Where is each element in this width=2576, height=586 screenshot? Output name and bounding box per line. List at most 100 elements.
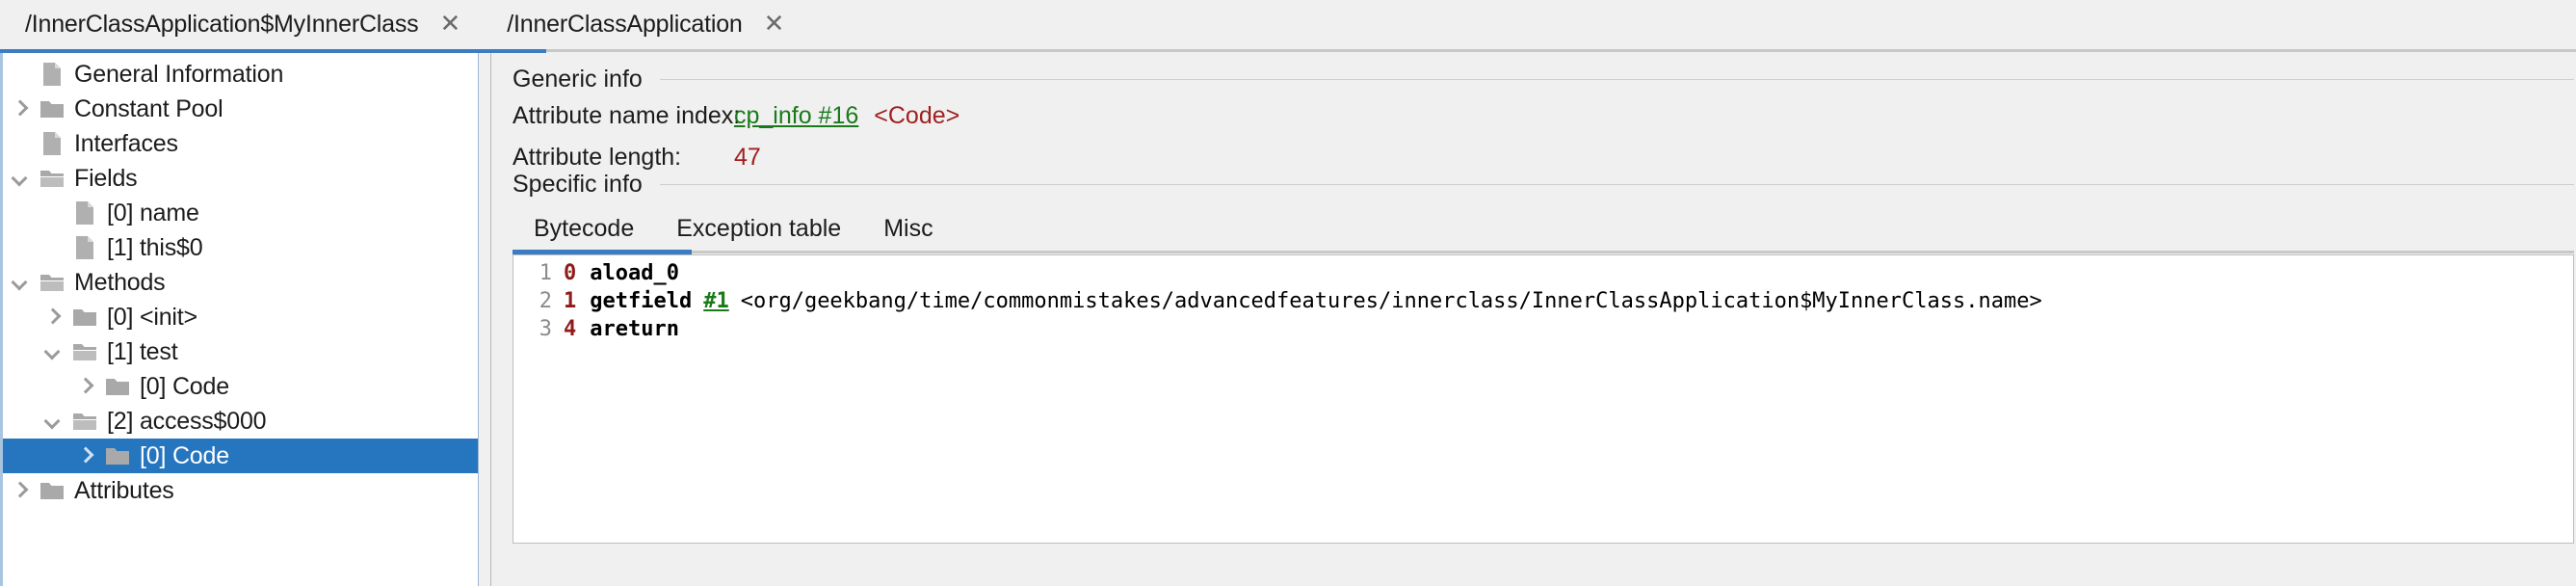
tree-item[interactable]: Constant Pool [3, 92, 478, 126]
close-icon[interactable]: ✕ [764, 12, 785, 37]
editor-tab-1[interactable]: /InnerClassApplication ✕ [482, 0, 805, 49]
tree-item[interactable]: Attributes [3, 473, 478, 508]
bytecode-offset: 1 [564, 289, 577, 313]
tree-item-label: General Information [74, 60, 284, 88]
tree-item[interactable]: [1] this$0 [3, 230, 478, 265]
folder-icon [36, 480, 68, 501]
chevron-down-icon[interactable] [36, 413, 68, 429]
tree-item-label: [0] Code [140, 372, 229, 400]
panel-splitter[interactable] [479, 53, 491, 586]
chevron-glyph [12, 483, 27, 498]
folder-icon [101, 445, 134, 466]
bytecode-line-number: 1 [539, 261, 552, 285]
chevron-down-icon[interactable] [3, 275, 36, 290]
section-divider [659, 79, 2574, 80]
chevron-down-icon[interactable] [36, 344, 68, 360]
main-split: General Information Constant Pool Interfac… [0, 53, 2576, 586]
folder-icon [68, 306, 101, 328]
bytecode-line-number: 3 [539, 317, 552, 341]
subtab-misc[interactable]: Misc [862, 215, 954, 252]
chevron-down-icon[interactable] [3, 171, 36, 186]
specific-info-tabs-divider [513, 251, 2574, 253]
bytecode-constant-ref-link[interactable]: #1 [692, 289, 729, 313]
chevron-glyph [12, 171, 27, 186]
file-icon [36, 62, 68, 87]
bytecode-line[interactable]: 2 1 getfield #1 <org/geekbang/time/commonmis… [513, 289, 2573, 317]
bytecode-argument: <org/geekbang/time/commonmistakes/advanc… [740, 289, 2042, 313]
tree-item[interactable]: [0] <init> [3, 300, 478, 334]
tree-item-selected[interactable]: [0] Code [3, 439, 478, 473]
tree-item[interactable]: [0] Code [3, 369, 478, 404]
bytecode-line-number: 2 [539, 289, 552, 313]
tree-item[interactable]: Methods [3, 265, 478, 300]
tree-item-label: Interfaces [74, 129, 178, 157]
generic-info-title: Generic info [513, 66, 643, 93]
attribute-name-index-label: Attribute name index: [513, 102, 741, 129]
tree-item-label: [1] test [107, 337, 178, 365]
attribute-length-row: Attribute length: 47 [513, 144, 761, 172]
subtab-bytecode[interactable]: Bytecode [513, 215, 655, 252]
specific-info-section-header: Specific info [513, 171, 2574, 199]
chevron-right-icon[interactable] [36, 309, 68, 325]
subtab-exception-table[interactable]: Exception table [655, 215, 862, 252]
chevron-right-icon[interactable] [68, 379, 101, 394]
folder-icon [101, 376, 134, 397]
tree-item-label: [0] Code [140, 441, 229, 469]
editor-tab-1-label: /InnerClassApplication [507, 11, 743, 38]
tree-item-label: Attributes [74, 476, 174, 504]
chevron-glyph [12, 101, 27, 117]
tree-item-label: [0] name [107, 199, 199, 226]
classfile-viewer-window: /InnerClassApplication$MyInnerClass ✕ /I… [0, 0, 2576, 586]
chevron-right-icon[interactable] [3, 483, 36, 498]
file-icon [68, 200, 101, 226]
bytecode-listing[interactable]: 1 0 aload_0 2 1 getfield #1 <org/geekbang/time/… [513, 254, 2574, 544]
bytecode-offset: 0 [564, 261, 577, 285]
chevron-glyph [12, 275, 27, 290]
attribute-name-index-desc: <Code> [874, 102, 960, 129]
attribute-name-index-link[interactable]: cp_info #16 [734, 102, 858, 130]
tree-item-label: [2] access$000 [107, 407, 267, 435]
bytecode-line[interactable]: 3 4 areturn [513, 317, 2573, 345]
editor-tab-0-label: /InnerClassApplication$MyInnerClass [25, 11, 419, 38]
chevron-glyph [44, 344, 60, 360]
chevron-right-icon[interactable] [68, 448, 101, 464]
tree-item[interactable]: General Information [3, 57, 478, 92]
chevron-glyph [44, 309, 60, 325]
chevron-glyph [77, 448, 92, 464]
folder-icon [36, 98, 68, 120]
specific-info-title: Specific info [513, 171, 643, 198]
folder-open-icon [68, 341, 101, 362]
attribute-length-label: Attribute length: [513, 144, 682, 171]
chevron-glyph [44, 413, 60, 429]
file-icon [36, 131, 68, 156]
attribute-detail-panel: Generic info Attribute name index: cp_in… [491, 53, 2576, 586]
generic-info-section-header: Generic info [513, 66, 2574, 93]
bytecode-line[interactable]: 1 0 aload_0 [513, 261, 2573, 289]
tree-item[interactable]: [1] test [3, 334, 478, 369]
specific-info-tabs[interactable]: Bytecode Exception table Misc [513, 205, 2574, 252]
close-icon[interactable]: ✕ [439, 12, 460, 37]
tree-item[interactable]: [2] access$000 [3, 404, 478, 439]
tree-item-label: [1] this$0 [107, 233, 203, 261]
tree-item-label: [0] <init> [107, 303, 197, 331]
class-structure-tree-panel[interactable]: General Information Constant Pool Interfac… [0, 53, 479, 586]
tree-item[interactable]: Fields [3, 161, 478, 196]
tree-item-label: Constant Pool [74, 94, 223, 122]
section-divider [659, 184, 2574, 185]
tree-item[interactable]: [0] name [3, 196, 478, 230]
bytecode-mnemonic: getfield [590, 289, 693, 313]
chevron-right-icon[interactable] [3, 101, 36, 117]
tree-item[interactable]: Interfaces [3, 126, 478, 161]
bytecode-mnemonic: aload_0 [590, 261, 679, 285]
attribute-name-index-row: Attribute name index: cp_info #16 <Code> [513, 102, 959, 130]
tree-item-label: Methods [74, 268, 166, 296]
editor-tab-bar: /InnerClassApplication$MyInnerClass ✕ /I… [0, 0, 2576, 53]
bytecode-offset: 4 [564, 317, 577, 341]
chevron-glyph [77, 379, 92, 394]
bytecode-mnemonic: areturn [590, 317, 679, 341]
folder-open-icon [68, 411, 101, 432]
file-icon [68, 235, 101, 260]
class-structure-tree[interactable]: General Information Constant Pool Interfac… [3, 53, 478, 508]
folder-open-icon [36, 168, 68, 189]
editor-tab-0[interactable]: /InnerClassApplication$MyInnerClass ✕ [0, 0, 482, 49]
